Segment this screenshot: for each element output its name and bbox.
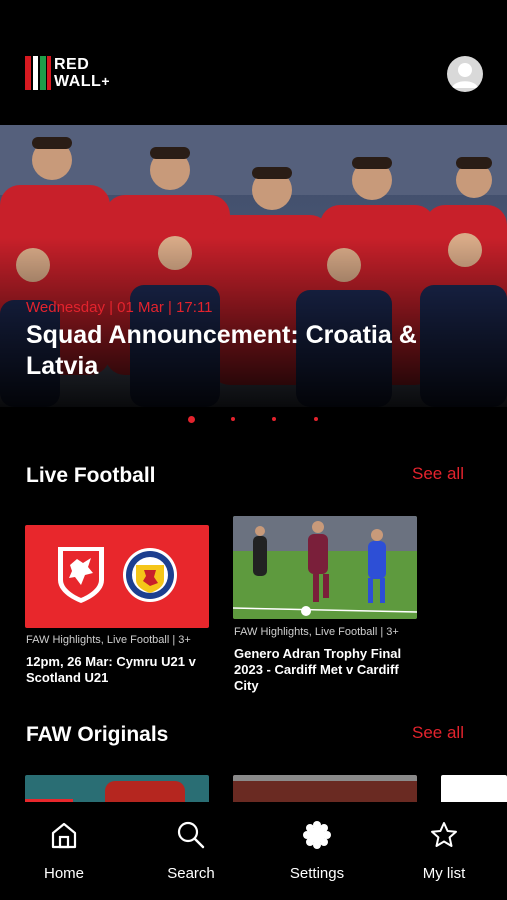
card-thumbnail-cymru-scotland[interactable]: [25, 525, 209, 628]
originals-card-thumbnail-2[interactable]: [233, 775, 417, 805]
search-icon: [177, 821, 205, 849]
faw-originals-see-all-link[interactable]: See all: [412, 723, 464, 743]
red-wall-logo[interactable]: RED WALL+: [25, 56, 110, 90]
carousel-indicator[interactable]: [0, 416, 507, 426]
logo-line-1: RED: [54, 56, 90, 73]
scotland-crest-icon: [123, 548, 177, 602]
tab-label: Search: [167, 865, 215, 882]
home-icon: [51, 822, 77, 849]
live-football-see-all-link[interactable]: See all: [412, 464, 464, 484]
tab-search[interactable]: Search: [141, 802, 241, 900]
profile-avatar-icon[interactable]: [447, 56, 483, 92]
carousel-dot-1[interactable]: [188, 416, 195, 423]
card-meta: FAW Highlights, Live Football | 3+: [26, 634, 191, 646]
carousel-dot-4[interactable]: [314, 417, 318, 421]
hero-title[interactable]: Squad Announcement: Croatia & Latvia: [26, 320, 466, 382]
live-football-heading: Live Football: [26, 464, 156, 487]
logo-line-2: WALL: [54, 73, 102, 90]
bottom-tab-bar: Home Search Settings My list: [0, 802, 507, 900]
flag-stripes-icon: [25, 56, 51, 90]
app-header: RED WALL+: [0, 0, 507, 125]
card-thumbnail-adran-trophy[interactable]: [233, 516, 417, 619]
logo-plus: +: [101, 73, 111, 89]
card-meta: FAW Highlights, Live Football | 3+: [234, 626, 399, 638]
tab-label: My list: [422, 865, 466, 882]
faw-originals-heading: FAW Originals: [26, 723, 169, 746]
star-icon: [431, 822, 457, 847]
card-title[interactable]: Genero Adran Trophy Final 2023 - Cardiff…: [234, 646, 424, 694]
carousel-dot-3[interactable]: [272, 417, 276, 421]
originals-card-thumbnail-3[interactable]: [441, 775, 507, 805]
tab-settings[interactable]: Settings: [267, 802, 367, 900]
card-title[interactable]: 12pm, 26 Mar: Cymru U21 v Scotland U21: [26, 654, 216, 686]
originals-card-thumbnail-1[interactable]: [25, 775, 209, 805]
tab-home[interactable]: Home: [14, 802, 114, 900]
wales-crest-icon: [58, 547, 104, 603]
gear-icon: [303, 821, 331, 849]
hero-date: Wednesday | 01 Mar | 17:11: [26, 299, 213, 316]
carousel-dot-2[interactable]: [231, 417, 235, 421]
logo-text: RED WALL+: [54, 56, 110, 90]
tab-my-list[interactable]: My list: [394, 802, 494, 900]
tab-label: Settings: [289, 865, 345, 882]
tab-label: Home: [43, 865, 84, 882]
